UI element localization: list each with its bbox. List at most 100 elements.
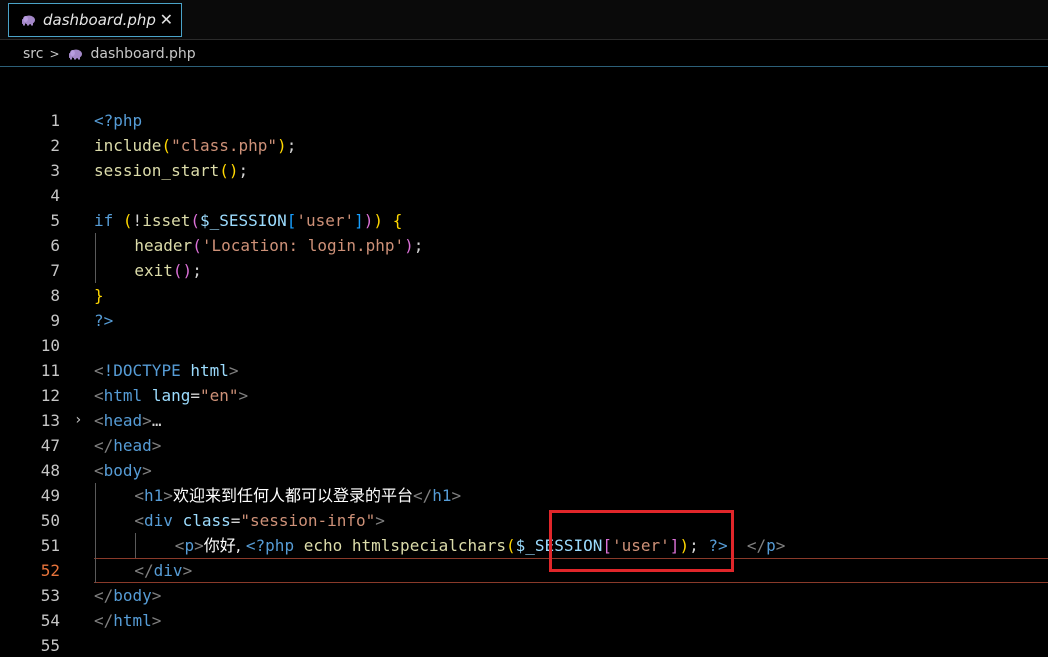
line-number: 50 [40, 511, 60, 530]
code-line[interactable]: 5 if (!isset($_SESSION['user'])) { [0, 208, 1048, 233]
token: < [94, 361, 104, 380]
token: html [103, 386, 143, 405]
code-text: include("class.php"); [94, 133, 296, 158]
code-text: if (!isset($_SESSION['user'])) { [94, 208, 402, 233]
token: } [94, 286, 104, 305]
token: = [230, 511, 241, 530]
code-line[interactable]: 47 </head> [0, 433, 1048, 458]
token: ( [122, 211, 133, 230]
token: > [151, 586, 162, 605]
tab-dashboard-php[interactable]: dashboard.php ✕ [8, 3, 182, 37]
token: head [113, 436, 152, 455]
token: !DOCTYPE [103, 361, 181, 380]
token: include [94, 136, 162, 155]
code-line[interactable]: 1 <?php [0, 108, 1048, 133]
line-number: 54 [40, 611, 60, 630]
token: ; [238, 161, 249, 180]
line-number: 5 [50, 211, 60, 230]
code-line[interactable]: 3 session_start(); [0, 158, 1048, 183]
code-line[interactable]: 52 </div> [0, 558, 1048, 583]
token: ) [363, 211, 374, 230]
fold-chevron-icon[interactable]: › [74, 408, 82, 433]
code-text: </div> [134, 558, 192, 583]
code-line[interactable]: 48 <body> [0, 458, 1048, 483]
token: > [151, 436, 162, 455]
code-line[interactable]: 53 </body> [0, 583, 1048, 608]
code-line[interactable]: 11 <!DOCTYPE html> [0, 358, 1048, 383]
code-line[interactable]: 10 [0, 333, 1048, 358]
token: ( [161, 136, 172, 155]
token: [ [286, 211, 297, 230]
code-line[interactable]: 8} [0, 283, 1048, 308]
code-line[interactable]: 12 <html lang="en"> [0, 383, 1048, 408]
breadcrumb: src > dashboard.php [0, 41, 1048, 67]
token: html [190, 361, 229, 380]
token: < [94, 386, 104, 405]
token: h1 [432, 486, 452, 505]
code-line[interactable]: 51 <p>你好, <?php echo htmlspecialchars($_S… [0, 533, 1048, 558]
token: h1 [144, 486, 164, 505]
line-number: 6 [50, 236, 60, 255]
line-number: 48 [40, 461, 60, 480]
token: </ [94, 436, 114, 455]
line-number: 1 [50, 111, 60, 130]
code-line[interactable]: 9 ?> [0, 308, 1048, 333]
line-number: 8 [50, 286, 60, 305]
token: () [172, 261, 193, 280]
token: { [392, 211, 403, 230]
token: </ [94, 611, 114, 630]
token: exit [134, 261, 173, 280]
code-text: <head>… [94, 408, 161, 433]
code-text: session_start(); [94, 158, 248, 183]
code-line[interactable]: 50 <div class="session-info"> [0, 508, 1048, 533]
token: p [184, 536, 195, 555]
token: div [153, 561, 183, 580]
breadcrumb-file[interactable]: dashboard.php [91, 46, 196, 62]
token: ) [404, 236, 414, 255]
code-editor[interactable]: 1 <?php 2 include("class.php"); 3 session_sta… [0, 108, 1048, 657]
line-number: 12 [40, 386, 60, 405]
line-number: 13 [40, 411, 60, 430]
code-line[interactable]: 6 header('Location: login.php'); [0, 233, 1048, 258]
code-line[interactable]: 54 </html> [0, 608, 1048, 633]
token: > [775, 536, 786, 555]
code-text: <html lang="en"> [94, 383, 248, 408]
breadcrumb-folder[interactable]: src [23, 46, 43, 62]
token: 'user' [296, 211, 355, 230]
token: ) [373, 211, 384, 230]
line-number: 52 [40, 561, 60, 580]
code-line[interactable]: 2 include("class.php"); [0, 133, 1048, 158]
tab-bar: dashboard.php ✕ [0, 0, 1048, 40]
token: "session-info" [240, 511, 376, 530]
line-number: 53 [40, 586, 60, 605]
token: ! [132, 211, 143, 230]
token: ; [192, 261, 202, 280]
code-line[interactable]: 49 <h1>欢迎来到任何人都可以登录的平台</h1> [0, 483, 1048, 508]
code-line[interactable]: 13 › <head>… [0, 408, 1048, 433]
token: ; [413, 236, 424, 255]
php-elephant-icon [68, 49, 82, 59]
token: head [103, 411, 143, 430]
token: 欢迎来到任何人都可以登录的平台 [172, 486, 413, 505]
code-line[interactable]: 7 exit(); [0, 258, 1048, 283]
token: div [144, 511, 173, 530]
token: > [142, 461, 152, 480]
token: ; [286, 136, 297, 155]
code-line[interactable]: 4 [0, 183, 1048, 208]
token: body [113, 586, 152, 605]
indent-guide [95, 558, 96, 583]
close-icon[interactable]: ✕ [160, 11, 173, 29]
token: "class.php" [171, 136, 278, 155]
token: ( [190, 211, 200, 230]
token: header [134, 236, 193, 255]
line-number: 4 [50, 186, 60, 205]
token: > [451, 486, 462, 505]
code-line[interactable]: 55 [0, 633, 1048, 657]
indent-guide [95, 258, 96, 283]
token: "en" [199, 386, 239, 405]
token: </ [412, 486, 433, 505]
